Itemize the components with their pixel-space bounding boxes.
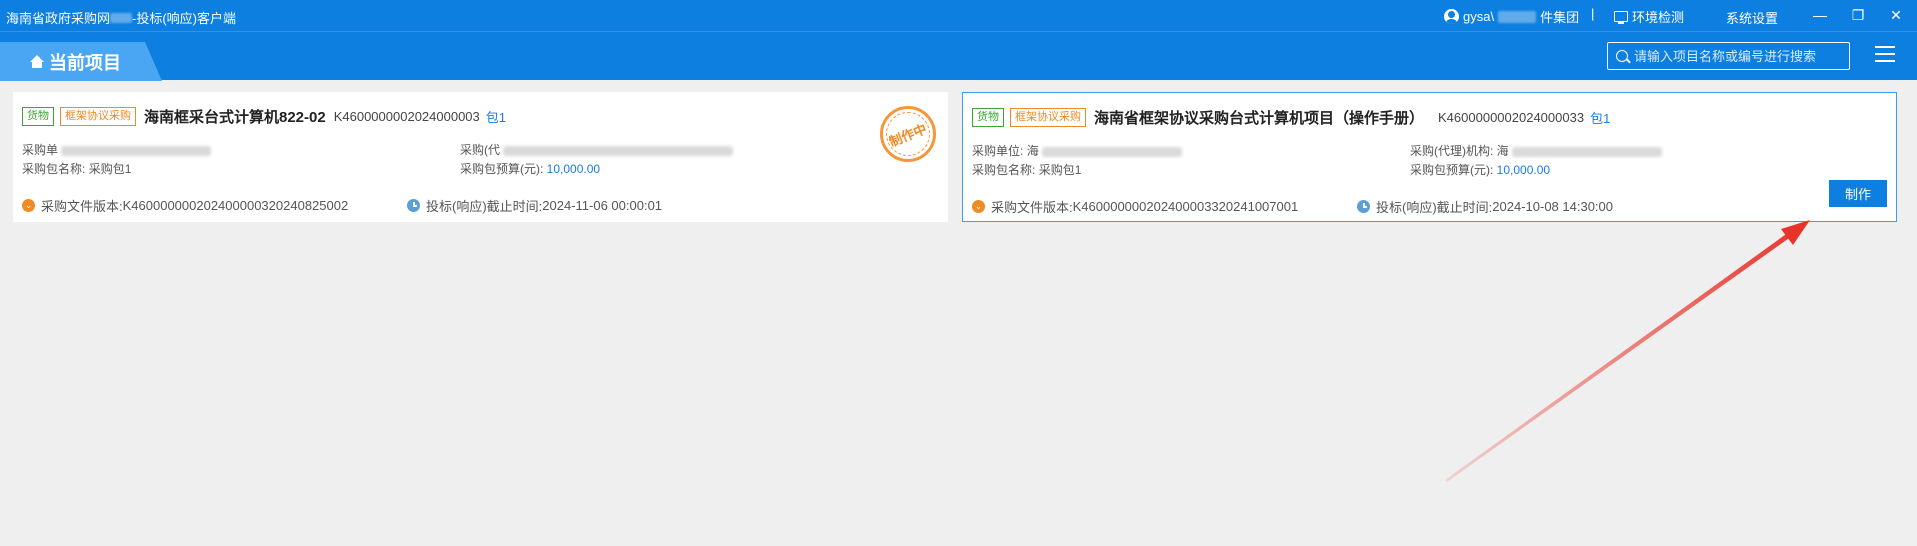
budget-label: 采购包预算(元): xyxy=(460,162,544,176)
app-title-prefix: 海南省政府采购网 xyxy=(6,11,111,26)
redacted-purchaser xyxy=(1042,146,1183,157)
deadline: 2024-10-08 14:30:00 xyxy=(1492,199,1613,214)
search-input[interactable] xyxy=(1634,48,1844,64)
arrow-shaft xyxy=(1445,232,1792,482)
project-title-row: 货物 框架协议采购 海南省框架协议采购台式计算机项目（操作手册） K460000… xyxy=(972,107,1610,128)
arrow-head xyxy=(1781,220,1810,245)
user-account[interactable]: gysa\ 件集团 xyxy=(1444,7,1579,26)
home-icon xyxy=(30,54,44,69)
purchaser-label: 采购单 xyxy=(22,143,59,157)
package-link[interactable]: 包1 xyxy=(486,107,506,126)
tag-goods: 货物 xyxy=(22,107,54,126)
clock-icon xyxy=(1357,200,1370,213)
agency-prefix: 海 xyxy=(1496,144,1509,158)
budget-row: 采购包预算(元): 10,000.00 xyxy=(1410,161,1550,178)
tag-goods: 货物 xyxy=(972,108,1004,127)
project-card[interactable]: 货物 框架协议采购 海南框采台式计算机822-02 K4600000002024… xyxy=(13,92,948,222)
agency-label: 采购(代理)机构: xyxy=(1410,144,1494,158)
redacted-agency xyxy=(1512,146,1663,157)
username-suffix: 件集团 xyxy=(1540,10,1580,25)
budget-row: 采购包预算(元): 10,000.00 xyxy=(460,160,600,177)
minimize-button[interactable]: — xyxy=(1806,3,1834,27)
project-code: K4600000002024000033 xyxy=(1438,110,1585,125)
redacted-text xyxy=(110,13,133,23)
file-version-label: 采购文件版本: xyxy=(41,199,123,214)
package-link[interactable]: 包1 xyxy=(1590,108,1610,127)
agency-row: 采购(代 xyxy=(460,141,734,158)
deadline-label: 投标(响应)截止时间: xyxy=(426,199,543,214)
divider: | xyxy=(1591,6,1595,21)
chevron-down-circle-icon: ⌄ xyxy=(22,199,35,212)
status-stamp-text: 制作中 xyxy=(887,120,930,150)
project-name: 海南框采台式计算机822-02 xyxy=(144,109,326,126)
clock-icon xyxy=(407,199,420,212)
purchaser-row: 采购单位: 海 xyxy=(972,142,1183,159)
monitor-icon xyxy=(1614,11,1628,24)
search-box[interactable] xyxy=(1607,42,1850,70)
purchaser-prefix: 海 xyxy=(1026,144,1039,158)
redacted-agency xyxy=(503,145,734,156)
tab-current-projects[interactable]: 当前项目 xyxy=(0,42,162,81)
chevron-down-circle-icon: ⌄ xyxy=(972,200,985,213)
status-stamp: 制作中 xyxy=(880,106,936,162)
file-version-row: ⌄ 采购文件版本: K460000000202400003320241007001 xyxy=(972,197,1298,216)
deadline-label: 投标(响应)截止时间: xyxy=(1376,200,1493,215)
package-name-label: 采购包名称: xyxy=(22,162,86,176)
file-version-label: 采购文件版本: xyxy=(991,200,1073,215)
restore-button[interactable]: ❐ xyxy=(1844,3,1872,27)
purchaser-row: 采购单 xyxy=(22,141,212,158)
system-settings-button[interactable]: 系统设置 xyxy=(1726,8,1778,27)
hamburger-menu-icon[interactable] xyxy=(1875,46,1895,64)
project-code: K4600000002024000003 xyxy=(333,109,480,124)
project-name: 海南省框架协议采购台式计算机项目（操作手册） xyxy=(1094,110,1425,127)
tag-procurement-method: 框架协议采购 xyxy=(60,107,136,126)
user-icon xyxy=(1444,9,1459,24)
annotation-arrow xyxy=(1445,220,1810,482)
tab-current-label: 当前项目 xyxy=(49,52,121,73)
tag-procurement-method: 框架协议采购 xyxy=(1010,108,1086,127)
budget-value: 10,000.00 xyxy=(546,162,601,176)
env-check-label: 环境检测 xyxy=(1632,10,1685,25)
package-name-row: 采购包名称: 采购包1 xyxy=(972,161,1081,178)
redacted-username xyxy=(1498,10,1537,23)
username-prefix: gysa\ xyxy=(1463,9,1495,24)
env-check-button[interactable]: 环境检测 xyxy=(1614,7,1684,26)
title-bar: 海南省政府采购网 -投标(响应)客户端 gysa\ 件集团 | 环境检测 系统设置 … xyxy=(0,0,1917,31)
deadline-row: 投标(响应)截止时间: 2024-10-08 14:30:00 xyxy=(1357,197,1613,216)
deadline-row: 投标(响应)截止时间: 2024-11-06 00:00:01 xyxy=(407,196,662,215)
purchaser-label: 采购单位: xyxy=(972,144,1024,158)
make-bid-button[interactable]: 制作 xyxy=(1829,180,1887,207)
file-version: K460000000202400003320241007001 xyxy=(1072,199,1299,214)
close-button[interactable]: ✕ xyxy=(1882,3,1910,27)
file-version-row: ⌄ 采购文件版本: K460000000202400000320240825002 xyxy=(22,196,348,215)
package-name-label: 采购包名称: xyxy=(972,163,1036,177)
deadline: 2024-11-06 00:00:01 xyxy=(542,198,663,213)
app-title: 海南省政府采购网 -投标(响应)客户端 xyxy=(6,8,236,27)
package-name: 采购包1 xyxy=(1038,163,1082,177)
project-card[interactable]: 货物 框架协议采购 海南省框架协议采购台式计算机项目（操作手册） K460000… xyxy=(962,92,1897,222)
search-icon xyxy=(1616,50,1628,62)
budget-label: 采购包预算(元): xyxy=(1410,163,1494,177)
file-version: K460000000202400000320240825002 xyxy=(122,198,349,213)
app-title-suffix: -投标(响应)客户端 xyxy=(132,11,237,26)
package-name: 采购包1 xyxy=(88,162,132,176)
header-bar: 当前项目 xyxy=(0,31,1917,81)
project-title-row: 货物 框架协议采购 海南框采台式计算机822-02 K4600000002024… xyxy=(22,106,506,127)
redacted-purchaser xyxy=(61,145,212,156)
agency-row: 采购(代理)机构: 海 xyxy=(1410,142,1663,159)
budget-value: 10,000.00 xyxy=(1496,163,1551,177)
agency-label: 采购(代 xyxy=(460,143,500,157)
package-name-row: 采购包名称: 采购包1 xyxy=(22,160,131,177)
